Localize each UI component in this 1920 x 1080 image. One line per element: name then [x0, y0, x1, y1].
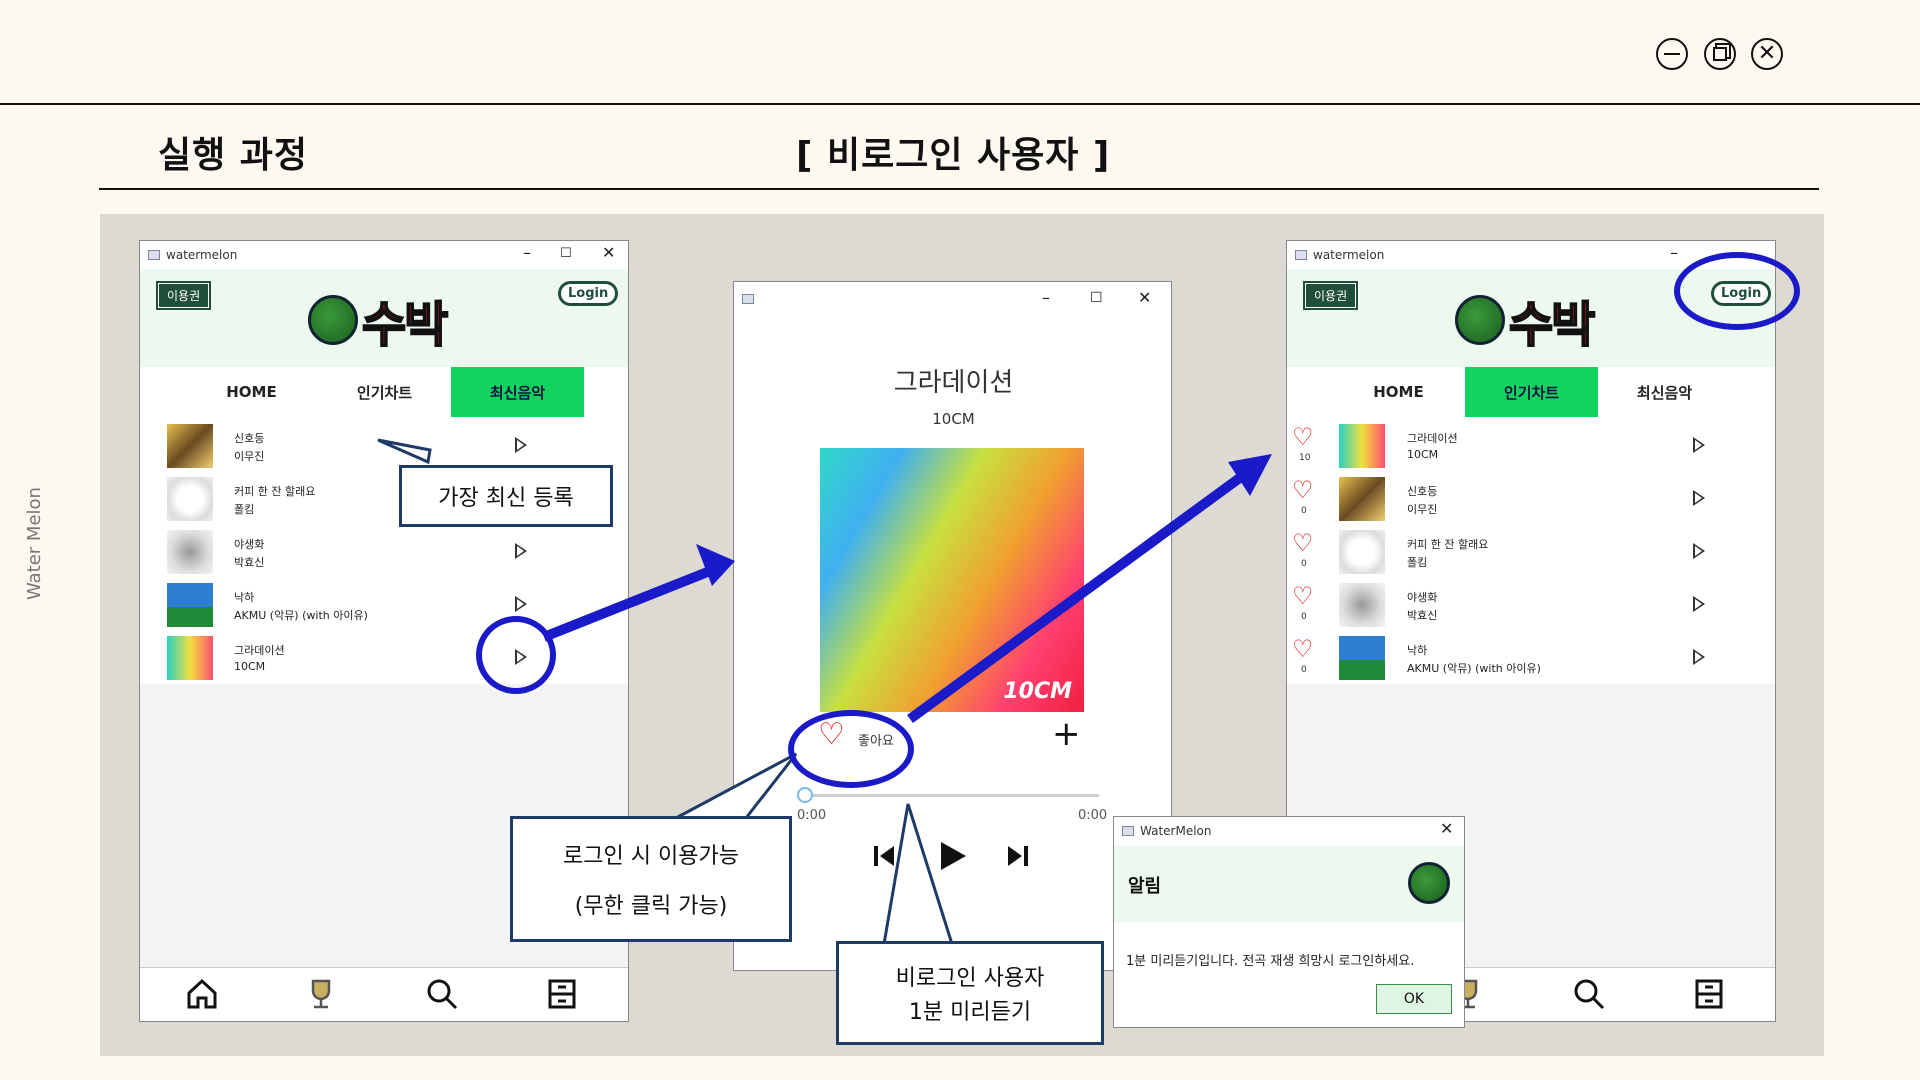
callout-guest: 비로그인 사용자 1분 미리듣기	[836, 941, 1104, 1045]
slide-subtitle: [ 비로그인 사용자 ]	[796, 135, 1111, 176]
side-label: Water Melon	[24, 487, 45, 600]
restore-icon[interactable]	[1704, 38, 1736, 70]
arrow-to-chart-head	[1228, 454, 1272, 496]
highlight-ring-play	[476, 616, 556, 694]
arrow-to-chart	[907, 461, 1259, 724]
callout-newest: 가장 최신 등록	[399, 465, 613, 527]
close-icon[interactable]: ✕	[1751, 38, 1783, 70]
minimize-icon[interactable]	[1656, 38, 1688, 70]
callout-newest-pointer	[377, 438, 432, 465]
callout-guest-line2: 1분 미리듣기	[908, 1000, 1032, 1025]
callout-guest-line1: 비로그인 사용자	[895, 966, 1045, 991]
callout-like-pointer	[675, 752, 798, 820]
highlight-ring-like	[788, 710, 914, 788]
highlight-ring-login	[1674, 252, 1800, 330]
arrow-to-player	[542, 564, 717, 642]
callout-guest-pointer	[882, 803, 955, 946]
title-divider	[99, 188, 1819, 190]
screenshot-stage: watermelon – ☐ ✕ 이용권 수박 Login HOME 인기차트 …	[100, 214, 1824, 1056]
callout-login-use: 로그인 시 이용가능 (무한 클릭 가능)	[510, 816, 792, 942]
slide-title: 실행 과정	[158, 135, 309, 176]
annotation-arrows	[377, 438, 1272, 946]
callout-login-use-line2: (무한 클릭 가능)	[574, 894, 728, 919]
arrow-to-player-head	[696, 544, 735, 586]
callout-login-use-line1: 로그인 시 이용가능	[563, 844, 739, 869]
header-divider	[0, 103, 1920, 105]
